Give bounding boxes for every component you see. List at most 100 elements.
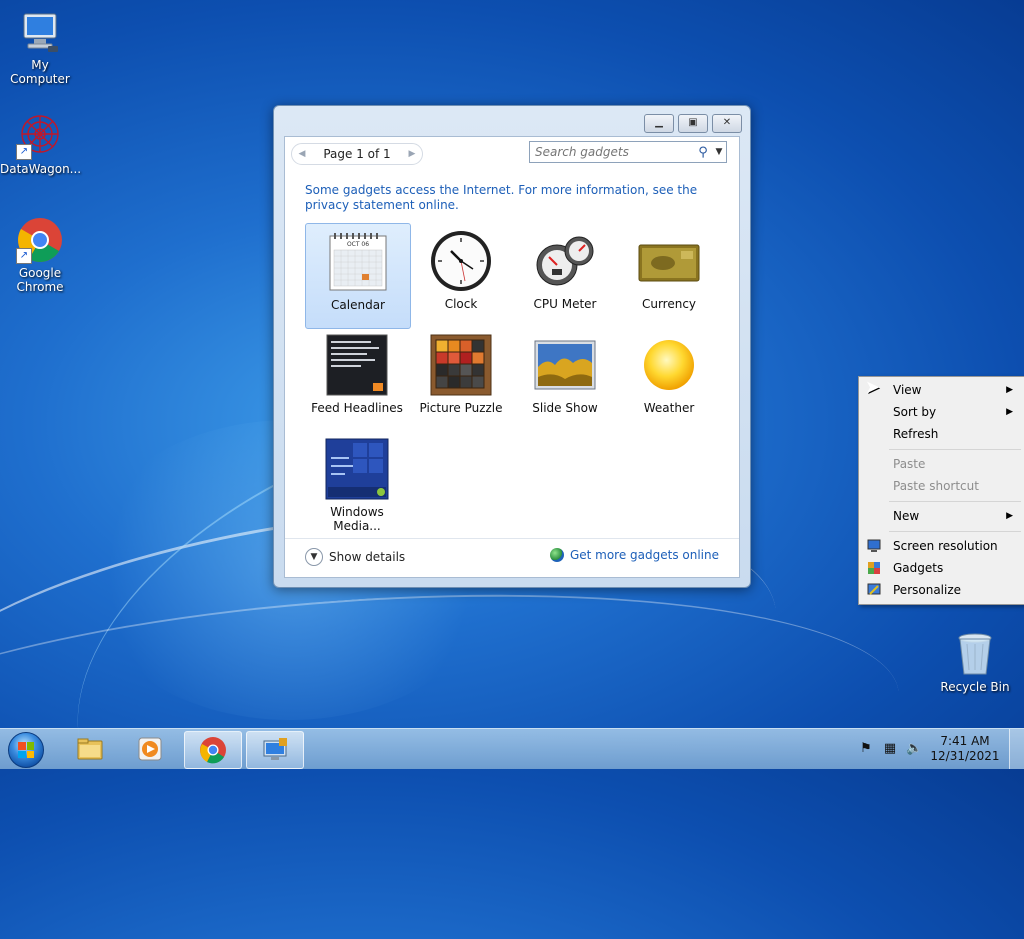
chevron-down-icon: ▼ xyxy=(305,548,323,566)
gadget-label: Picture Puzzle xyxy=(419,401,503,415)
gadget-tile-cpu-meter[interactable]: CPU Meter xyxy=(513,223,617,327)
gadget-label: Clock xyxy=(444,297,478,311)
desktop-icon-recycle-bin[interactable]: Recycle Bin xyxy=(935,630,1015,694)
gadget-tile-calendar[interactable]: OCT 06 Calendar xyxy=(305,223,411,329)
weather-sun-icon xyxy=(637,333,701,397)
tray-clock[interactable]: 7:41 AM 12/31/2021 xyxy=(930,734,1000,764)
recycle-bin-icon xyxy=(951,630,999,678)
menu-item-view[interactable]: View ▶ xyxy=(861,380,1021,400)
calendar-icon: OCT 06 xyxy=(326,230,390,294)
menu-item-label: Screen resolution xyxy=(893,539,998,553)
menu-separator xyxy=(889,449,1021,450)
close-button[interactable]: ✕ xyxy=(712,114,742,133)
gadget-label: Currency xyxy=(641,297,697,311)
gadget-tile-windows-media[interactable]: Windows Media... xyxy=(305,431,409,535)
gallery-footer: ▼ Show details Get more gadgets online xyxy=(285,538,739,577)
minimize-button[interactable]: ▁ xyxy=(644,114,674,133)
gadget-tile-picture-puzzle[interactable]: Picture Puzzle xyxy=(409,327,513,431)
restore-button[interactable]: ▣ xyxy=(678,114,708,133)
menu-item-paste-shortcut: Paste shortcut xyxy=(861,476,1021,496)
taskbar-media-player[interactable] xyxy=(122,731,178,767)
show-details-toggle[interactable]: ▼ Show details xyxy=(305,548,405,566)
calendar-month: OCT 06 xyxy=(347,241,369,248)
feed-headlines-icon xyxy=(325,333,389,397)
search-input[interactable] xyxy=(530,144,694,160)
datawagon-logo-icon: ↗ xyxy=(16,112,64,160)
media-player-icon xyxy=(138,737,162,761)
submenu-arrow-icon: ▶ xyxy=(1006,385,1013,395)
menu-item-label: Paste xyxy=(893,457,926,471)
chevron-down-icon[interactable]: ▼ xyxy=(712,147,726,157)
desktop-context-menu: View ▶ Sort by ▶ Refresh Paste Paste sho… xyxy=(858,376,1024,605)
menu-item-paste: Paste xyxy=(861,454,1021,474)
previous-page-button[interactable]: ◀ xyxy=(292,144,312,164)
gadget-label: Feed Headlines xyxy=(311,401,403,415)
gadgets-icon xyxy=(868,562,880,574)
get-more-gadgets-link[interactable]: Get more gadgets online xyxy=(549,548,719,562)
menu-item-refresh[interactable]: Refresh xyxy=(861,424,1021,444)
show-details-label: Show details xyxy=(329,550,406,564)
menu-item-label: Gadgets xyxy=(893,561,944,575)
gadget-tile-currency[interactable]: Currency xyxy=(617,223,721,327)
chrome-icon xyxy=(200,737,226,764)
menu-item-new[interactable]: New ▶ xyxy=(861,506,1021,526)
monitor-icon xyxy=(867,539,881,552)
desktop-icon-label: DataWagon... xyxy=(0,162,82,176)
taskbar-file-explorer[interactable] xyxy=(62,731,118,767)
gadget-tile-clock[interactable]: Clock xyxy=(409,223,513,327)
submenu-arrow-icon: ▶ xyxy=(1006,511,1013,521)
mouse-cursor-icon: ➤ xyxy=(865,377,881,398)
page-navigator: ◀ Page 1 of 1 ▶ xyxy=(291,143,423,165)
menu-item-sort-by[interactable]: Sort by ▶ xyxy=(861,402,1021,422)
menu-item-label: Personalize xyxy=(893,583,962,597)
windows-media-center-icon xyxy=(325,437,389,501)
gadget-tile-weather[interactable]: Weather xyxy=(617,327,721,431)
menu-item-label: Sort by xyxy=(893,405,937,419)
desktop-icon-google-chrome[interactable]: ↗ Google Chrome xyxy=(0,216,80,294)
currency-icon xyxy=(637,229,701,293)
search-icon[interactable]: ⚲ xyxy=(694,145,712,160)
shortcut-arrow-icon: ↗ xyxy=(16,144,32,160)
menu-item-screen-resolution[interactable]: Screen resolution xyxy=(861,536,1021,556)
next-page-button[interactable]: ▶ xyxy=(402,144,422,164)
action-center-flag-icon[interactable]: ⚑ xyxy=(858,741,874,757)
taskbar-remote-desktop[interactable] xyxy=(246,731,304,769)
gadget-tile-feed-headlines[interactable]: Feed Headlines xyxy=(305,327,409,431)
desktop-icon-label: Recycle Bin xyxy=(940,680,1010,694)
gallery-toolbar: ◀ Page 1 of 1 ▶ ⚲ ▼ xyxy=(285,137,739,171)
globe-icon xyxy=(549,548,564,562)
taskbar-chrome[interactable] xyxy=(184,731,242,769)
menu-item-gadgets[interactable]: Gadgets xyxy=(861,558,1021,578)
menu-item-label: View xyxy=(893,383,922,397)
privacy-notice-link[interactable]: Some gadgets access the Internet. For mo… xyxy=(305,183,725,213)
network-icon[interactable]: ▦ xyxy=(882,741,898,757)
slide-show-icon xyxy=(533,333,597,397)
desktop-icon-my-computer[interactable]: My Computer xyxy=(0,8,80,86)
start-button[interactable] xyxy=(4,730,48,768)
volume-icon[interactable]: 🔈 xyxy=(906,741,922,757)
submenu-arrow-icon: ▶ xyxy=(1006,407,1013,417)
gadget-label: Slide Show xyxy=(532,401,598,415)
clock-date: 12/31/2021 xyxy=(930,749,1000,763)
clock-icon xyxy=(429,229,493,293)
windows-logo-icon xyxy=(8,732,44,768)
show-desktop-button[interactable] xyxy=(1009,729,1024,769)
search-box: ⚲ ▼ xyxy=(529,141,727,163)
chrome-icon: ↗ xyxy=(16,216,64,264)
desktop-icon-datawagon[interactable]: ↗ DataWagon... xyxy=(0,112,82,176)
computer-icon xyxy=(16,8,64,56)
menu-item-label: Paste shortcut xyxy=(893,479,979,493)
personalize-icon xyxy=(867,583,881,595)
cpu-meter-icon xyxy=(533,229,597,293)
gadget-label: Windows Media... xyxy=(330,505,384,533)
desktop-icon-label: My Computer xyxy=(10,58,70,86)
menu-separator xyxy=(889,531,1021,532)
menu-item-label: New xyxy=(893,509,920,523)
menu-item-personalize[interactable]: Personalize xyxy=(861,580,1021,600)
shortcut-arrow-icon: ↗ xyxy=(16,248,32,264)
gadget-label: Calendar xyxy=(331,298,385,312)
menu-item-label: Refresh xyxy=(893,427,939,441)
gadget-tile-slide-show[interactable]: Slide Show xyxy=(513,327,617,431)
gadget-gallery-window: ▁ ▣ ✕ ◀ Page 1 of 1 ▶ ⚲ ▼ Some gadgets a… xyxy=(273,105,751,588)
clock-time: 7:41 AM xyxy=(940,734,990,748)
